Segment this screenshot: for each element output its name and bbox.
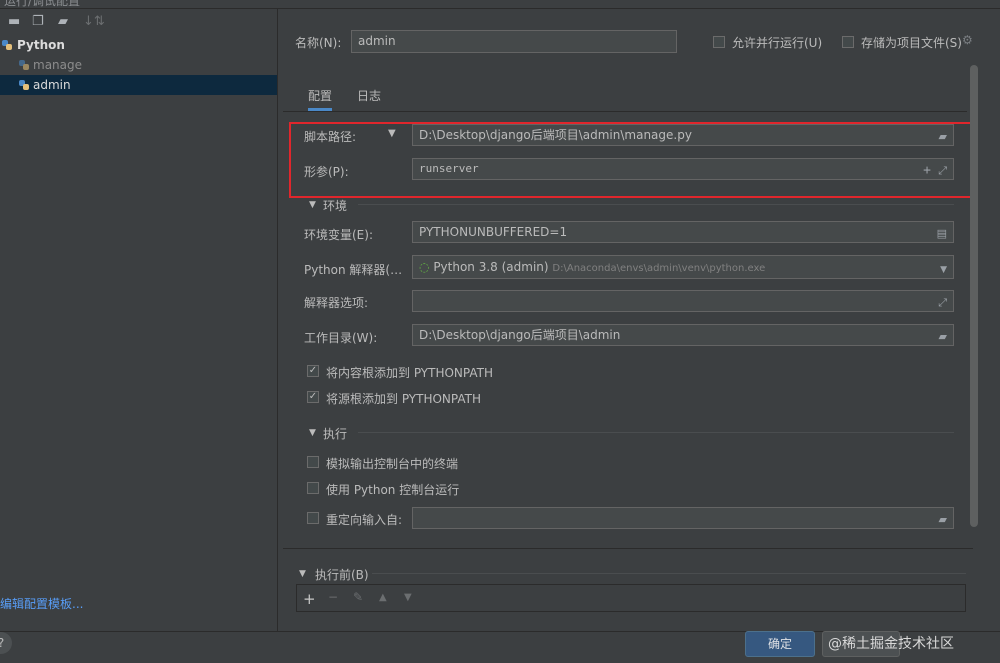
tree-group-label: Python <box>17 38 65 52</box>
collapse-icon[interactable]: ▼ <box>309 200 316 210</box>
interpreter-name: Python 3.8 (admin) <box>433 260 549 274</box>
folder-icon[interactable]: ▰ <box>939 327 947 345</box>
section-divider <box>372 573 966 574</box>
parallel-label: 允许并行运行(U) <box>732 36 823 50</box>
folder-add-icon[interactable]: ▰ <box>58 15 68 29</box>
section-divider <box>358 204 954 205</box>
scrollbar[interactable] <box>970 65 978 527</box>
env-vars-label: 环境变量(E): <box>304 228 373 242</box>
redirect-input-checkbox[interactable] <box>307 512 319 524</box>
highlight-box <box>289 122 975 198</box>
tree-item-label: manage <box>33 58 83 72</box>
python-icon <box>2 40 12 50</box>
workdir-value: D:\Desktop\django后端项目\admin <box>419 328 621 342</box>
tab-log[interactable]: 日志 <box>357 84 381 108</box>
exec-section-label: 执行 <box>323 427 348 441</box>
redirect-input-field[interactable]: ▰ <box>412 507 954 529</box>
window-title: 运行/调试配置 <box>4 0 81 8</box>
before-launch-list <box>296 584 966 612</box>
tree-group-python[interactable]: Python <box>0 35 277 55</box>
content-roots-checkbox[interactable]: ✓ <box>307 365 319 377</box>
folder-icon[interactable]: ▰ <box>939 510 947 528</box>
source-roots-label: 将源根添加到 PYTHONPATH <box>326 392 481 406</box>
edit-icon[interactable]: ✎ <box>353 590 363 604</box>
move-down-icon[interactable]: ▼ <box>404 592 412 603</box>
parallel-checkbox[interactable] <box>713 36 725 48</box>
remove-icon[interactable]: − <box>328 590 338 604</box>
name-input[interactable]: admin <box>351 30 677 53</box>
source-roots-checkbox[interactable]: ✓ <box>307 391 319 403</box>
loading-icon: ◌ <box>419 260 430 274</box>
interp-options-input[interactable]: ⤢ <box>412 290 954 312</box>
interp-options-label: 解释器选项: <box>304 296 369 310</box>
section-divider <box>358 432 954 433</box>
config-sidebar: ▬ ❐ ▰ ↓⇅ Python manage admin <box>0 9 278 631</box>
tree-item-label: admin <box>33 78 71 92</box>
workdir-input[interactable]: D:\Desktop\django后端项目\admin ▰ <box>412 324 954 346</box>
tab-config[interactable]: 配置 <box>308 84 333 111</box>
sort-icon[interactable]: ↓⇅ <box>83 15 105 29</box>
chevron-down-icon[interactable]: ▼ <box>940 259 947 278</box>
python-console-checkbox[interactable] <box>307 482 319 494</box>
python-icon <box>19 80 29 90</box>
emulate-terminal-label: 模拟输出控制台中的终端 <box>326 457 459 471</box>
redirect-input-label: 重定向输入自: <box>326 513 403 527</box>
before-launch-label: 执行前(B) <box>315 568 369 582</box>
store-file-label: 存储为项目文件(S) <box>861 36 962 50</box>
add-icon[interactable]: + <box>303 590 316 608</box>
minus-icon[interactable]: ▬ <box>8 15 20 29</box>
scroll-area-divider <box>283 548 973 549</box>
ok-button[interactable]: 确定 <box>745 631 815 657</box>
collapse-icon[interactable]: ▼ <box>299 569 306 579</box>
title-bar: 运行/调试配置 <box>0 0 1000 9</box>
python-icon <box>19 60 29 70</box>
workdir-label: 工作目录(W): <box>304 331 378 345</box>
store-file-checkbox[interactable] <box>842 36 854 48</box>
tree-item-admin[interactable]: admin <box>0 75 277 95</box>
env-vars-value: PYTHONUNBUFFERED=1 <box>419 225 568 239</box>
interpreter-path: D:\Anaconda\envs\admin\venv\python.exe <box>552 263 766 274</box>
tab-divider <box>283 111 967 112</box>
python-console-label: 使用 Python 控制台运行 <box>326 483 460 497</box>
interpreter-select[interactable]: ◌ Python 3.8 (admin) D:\Anaconda\envs\ad… <box>412 255 954 279</box>
document-icon[interactable]: ▤ <box>937 224 947 242</box>
tree-item-manage[interactable]: manage <box>0 55 277 75</box>
edit-templates-link[interactable]: 编辑配置模板... <box>0 595 83 612</box>
expand-icon[interactable]: ⤢ <box>938 293 947 311</box>
move-up-icon[interactable]: ▲ <box>379 592 387 603</box>
env-vars-input[interactable]: PYTHONUNBUFFERED=1 ▤ <box>412 221 954 243</box>
env-section-label: 环境 <box>323 199 348 213</box>
name-label: 名称(N): <box>295 36 342 50</box>
gear-icon[interactable]: ⚙ <box>962 33 973 47</box>
content-roots-label: 将内容根添加到 PYTHONPATH <box>326 366 493 380</box>
emulate-terminal-checkbox[interactable] <box>307 456 319 468</box>
interpreter-label: Python 解释器(… <box>304 263 403 277</box>
copy-icon[interactable]: ❐ <box>32 15 44 29</box>
collapse-icon[interactable]: ▼ <box>309 428 316 438</box>
watermark: @稀土掘金技术社区 <box>828 636 954 652</box>
